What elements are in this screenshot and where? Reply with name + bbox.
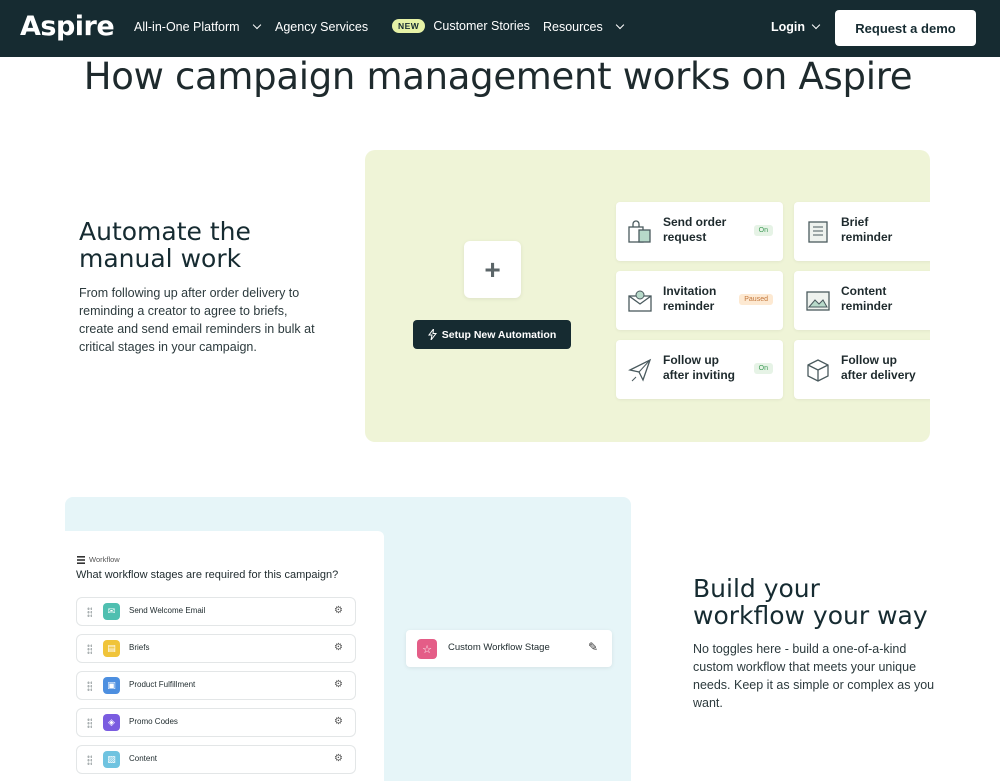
automation-card-follow-up-after-inviting[interactable]: Follow up after inviting On xyxy=(616,340,783,399)
file-icon: ▤ xyxy=(103,640,120,657)
photo-icon: ▨ xyxy=(103,751,120,768)
title-line-2: workflow your way xyxy=(693,601,928,630)
stage-label: Product Fulfillment xyxy=(129,680,196,689)
card-label: Follow up after inviting xyxy=(663,353,736,382)
workflow-stage-send-welcome-email[interactable]: ✉ Send Welcome Email ⚙ xyxy=(76,597,356,626)
package-icon: ▣ xyxy=(103,677,120,694)
pencil-edit-icon[interactable]: ✎ xyxy=(588,640,598,654)
nav-customer-stories[interactable]: NEW Customer Stories xyxy=(392,19,530,33)
chevron-down-icon xyxy=(811,20,821,30)
nav-item-label: Customer Stories xyxy=(433,19,530,33)
paper-plane-icon xyxy=(628,358,652,382)
workflow-question: What workflow stages are required for th… xyxy=(76,569,339,581)
chevron-down-icon xyxy=(252,20,261,30)
nav-item-label: Resources xyxy=(543,20,603,34)
stage-label: Content xyxy=(129,754,158,763)
login-menu[interactable]: Login xyxy=(771,20,821,34)
drag-handle-icon[interactable] xyxy=(87,681,92,691)
section-automate-title: Automate the manual work xyxy=(79,218,251,272)
nav-item-label: All-in-One Platform xyxy=(134,20,240,34)
status-badge-paused: Paused xyxy=(739,294,773,305)
lightning-icon xyxy=(427,329,437,340)
status-badge-on: On xyxy=(753,363,773,374)
stage-label: Briefs xyxy=(129,643,150,652)
chevron-down-icon xyxy=(615,20,624,30)
mail-icon: ✉ xyxy=(103,603,120,620)
gear-icon[interactable]: ⚙ xyxy=(334,679,343,690)
custom-workflow-stage[interactable]: ☆ Custom Workflow Stage ✎ xyxy=(406,630,612,667)
workflow-stage-content[interactable]: ▨ Content ⚙ xyxy=(76,745,356,774)
section-workflow-description: No toggles here - build a one-of-a-kind … xyxy=(693,642,935,710)
stage-label: Promo Codes xyxy=(129,717,178,726)
gear-icon[interactable]: ⚙ xyxy=(334,753,343,764)
drag-handle-icon[interactable] xyxy=(87,607,92,617)
aspire-logo[interactable]: Aspire xyxy=(20,11,115,42)
card-label: Send order request xyxy=(663,215,727,244)
automation-card-follow-up-after-delivery[interactable]: Follow up after delivery xyxy=(794,340,930,399)
section-automate-description: From following up after order delivery t… xyxy=(79,286,315,354)
drag-handle-icon[interactable] xyxy=(87,755,92,765)
envelope-icon xyxy=(628,290,652,312)
automation-card-brief-reminder[interactable]: Brief reminder xyxy=(794,202,930,261)
card-label: Content reminder xyxy=(841,284,893,313)
list-icon xyxy=(77,555,85,564)
drag-handle-icon[interactable] xyxy=(87,718,92,728)
document-icon xyxy=(808,221,828,243)
request-demo-button[interactable]: Request a demo xyxy=(835,10,976,46)
nav-item-label: Agency Services xyxy=(275,20,369,34)
workflow-card: Workflow What workflow stages are requir… xyxy=(65,531,384,781)
nav-resources[interactable]: Resources xyxy=(543,20,624,34)
login-label: Login xyxy=(771,20,806,34)
nav-agency-services[interactable]: Agency Services xyxy=(275,20,368,34)
title-line-2: manual work xyxy=(79,244,242,273)
status-badge-on: On xyxy=(753,225,773,236)
title-line-1: Automate the xyxy=(79,217,251,246)
workflow-stage-promo-codes[interactable]: ◈ Promo Codes ⚙ xyxy=(76,708,356,737)
workflow-stage-briefs[interactable]: ▤ Briefs ⚙ xyxy=(76,634,356,663)
stage-label: Send Welcome Email xyxy=(129,606,206,615)
box-icon xyxy=(807,359,829,382)
add-automation-plus-icon[interactable]: + xyxy=(464,241,521,298)
automation-card-content-reminder[interactable]: Content reminder xyxy=(794,271,930,330)
setup-new-automation-button[interactable]: Setup New Automation xyxy=(413,320,571,349)
image-icon xyxy=(806,291,830,311)
automation-panel: + Setup New Automation Send order request… xyxy=(365,150,930,442)
drag-handle-icon[interactable] xyxy=(87,644,92,654)
setup-button-label: Setup New Automation xyxy=(441,328,557,341)
nav-all-in-one-platform[interactable]: All-in-One Platform xyxy=(134,20,261,34)
workflow-tag: Workflow xyxy=(77,555,120,564)
automation-card-send-order-request[interactable]: Send order request On xyxy=(616,202,783,261)
title-line-1: Build your xyxy=(693,574,820,603)
card-label: Follow up after delivery xyxy=(841,353,916,382)
shopping-bag-icon xyxy=(628,220,651,243)
custom-stage-label: Custom Workflow Stage xyxy=(448,642,550,653)
gear-icon[interactable]: ⚙ xyxy=(334,642,343,653)
workflow-stage-product-fulfillment[interactable]: ▣ Product Fulfillment ⚙ xyxy=(76,671,356,700)
tag-icon: ◈ xyxy=(103,714,120,731)
gear-icon[interactable]: ⚙ xyxy=(334,605,343,616)
workflow-panel: Workflow What workflow stages are requir… xyxy=(65,497,631,781)
automation-card-invitation-reminder[interactable]: Invitation reminder Paused xyxy=(616,271,783,330)
new-badge: NEW xyxy=(392,19,426,33)
gear-icon[interactable]: ⚙ xyxy=(334,716,343,727)
top-navbar: Aspire All-in-One Platform Agency Servic… xyxy=(0,0,1000,57)
star-icon: ☆ xyxy=(417,639,437,659)
card-label: Brief reminder xyxy=(841,215,893,244)
page-title: How campaign management works on Aspire xyxy=(83,55,913,98)
section-workflow-title: Build your workflow your way xyxy=(693,575,928,629)
